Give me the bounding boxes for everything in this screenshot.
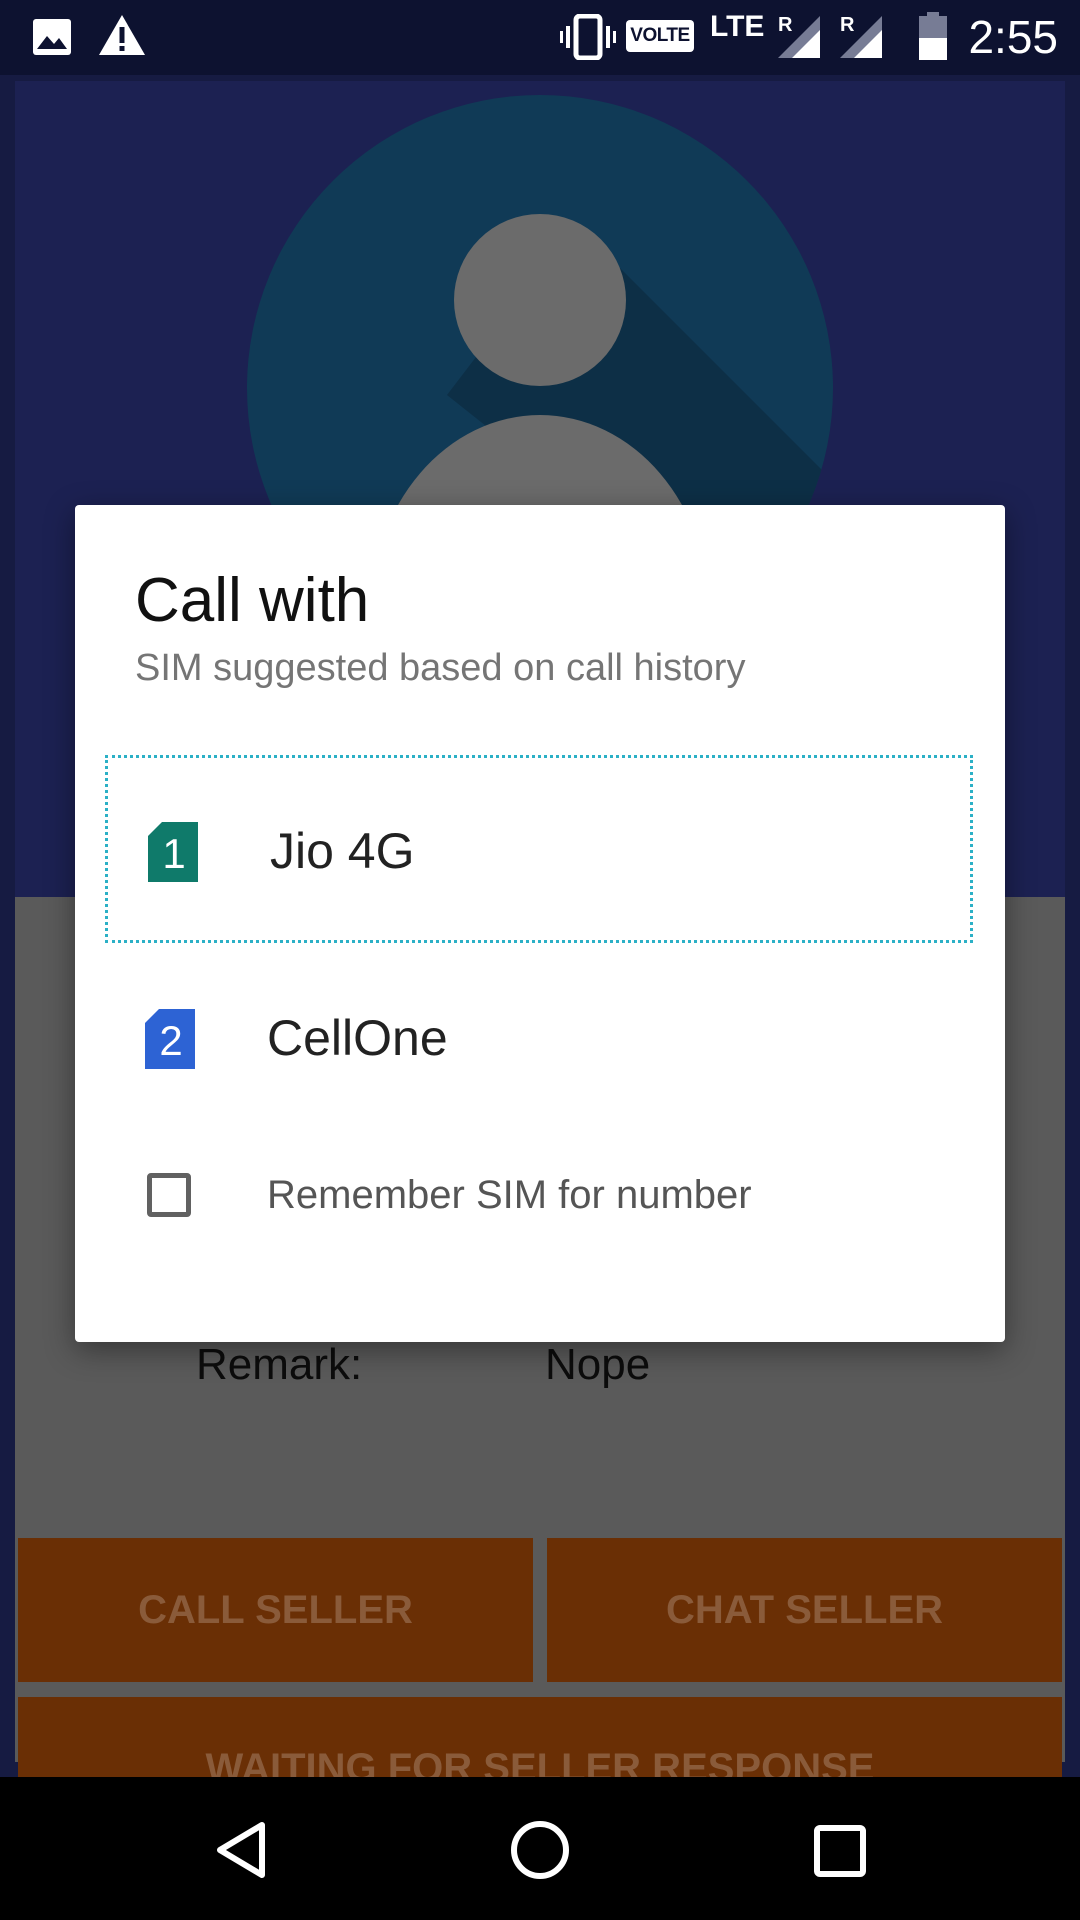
warning-icon (99, 15, 145, 55)
clock: 2:55 (968, 11, 1058, 63)
volte-badge: VOLTE (626, 20, 694, 52)
sim-card-icon: 1 (148, 822, 198, 882)
remember-sim-checkbox[interactable] (147, 1173, 191, 1217)
sim-label: CellOne (267, 1010, 448, 1066)
dialog-subtitle: SIM suggested based on call history (135, 647, 746, 689)
network-type: LTE (710, 10, 765, 43)
signal-icon (778, 16, 820, 58)
dialog-title: Call with (135, 566, 370, 635)
sim-slot-number: 2 (159, 1017, 182, 1064)
sim-label: Jio 4G (270, 823, 415, 879)
remember-sim-row[interactable]: Remember SIM for number (105, 1145, 973, 1245)
image-icon (33, 19, 71, 55)
sim-option-1[interactable]: 1 Jio 4G (105, 755, 973, 943)
signal-icon (840, 16, 882, 58)
battery-icon (919, 12, 947, 60)
call-with-dialog: Call with SIM suggested based on call hi… (75, 505, 1005, 1342)
status-bar: VOLTE LTE R R 2:55 (0, 0, 1080, 75)
home-icon[interactable] (450, 1777, 630, 1920)
sim-slot-number: 1 (162, 830, 185, 877)
remember-sim-label: Remember SIM for number (267, 1173, 752, 1217)
back-icon[interactable] (150, 1777, 330, 1920)
sim-card-icon: 2 (145, 1009, 195, 1069)
navigation-bar (0, 1777, 1080, 1920)
vibrate-icon (560, 14, 616, 60)
sim-option-2[interactable]: 2 CellOne (105, 945, 973, 1133)
recents-icon[interactable] (750, 1777, 930, 1920)
